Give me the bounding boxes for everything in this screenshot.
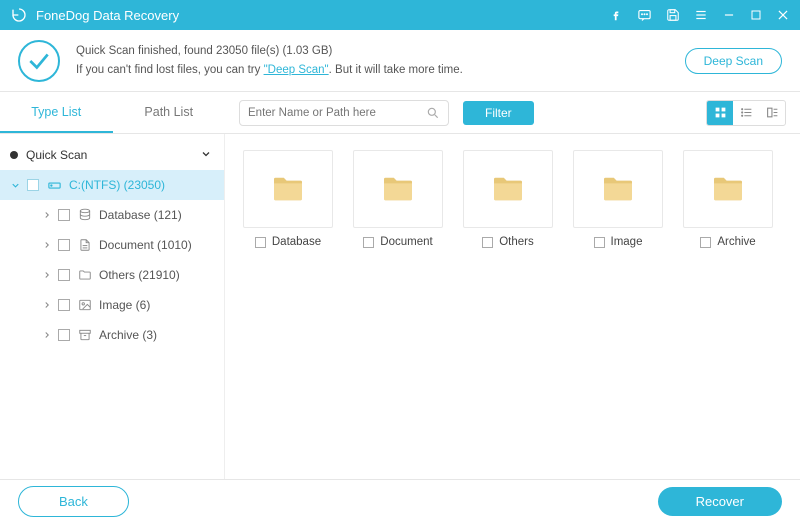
chevron-right-icon[interactable] <box>42 240 52 250</box>
folder-label-row: Database <box>243 236 333 248</box>
sidebar-item-label: Database (121) <box>99 208 182 222</box>
tab-type-list[interactable]: Type List <box>0 92 113 133</box>
checkmark-icon <box>18 40 60 82</box>
folder-item[interactable]: Others <box>463 150 553 248</box>
scan-status-message: Quick Scan finished, found 23050 file(s)… <box>76 42 685 79</box>
chevron-down-icon[interactable] <box>10 180 21 191</box>
status-line-2: If you can't find lost files, you can tr… <box>76 61 685 79</box>
folder-grid: Database Document Others Image Archive <box>225 134 800 479</box>
folder-label: Document <box>380 236 432 248</box>
toolbar: Type List Path List Filter <box>0 92 800 134</box>
folder-item[interactable]: Database <box>243 150 333 248</box>
minimize-icon[interactable] <box>722 8 736 22</box>
window-controls <box>609 8 790 23</box>
checkbox[interactable] <box>482 237 493 248</box>
menu-icon[interactable] <box>694 8 708 22</box>
facebook-icon[interactable] <box>609 8 623 22</box>
folder-icon <box>463 150 553 228</box>
folder-label-row: Others <box>463 236 553 248</box>
view-grid-button[interactable] <box>707 101 733 125</box>
folder-icon <box>243 150 333 228</box>
sidebar-item-label: Document (1010) <box>99 238 192 252</box>
view-detail-button[interactable] <box>759 101 785 125</box>
sidebar-root-label: Quick Scan <box>26 148 87 162</box>
close-icon[interactable] <box>776 8 790 22</box>
folder-label: Image <box>611 236 643 248</box>
database-icon <box>78 208 92 222</box>
sidebar-item[interactable]: Archive (3) <box>0 320 224 350</box>
app-logo-icon <box>10 6 28 24</box>
deep-scan-button[interactable]: Deep Scan <box>685 48 782 74</box>
folder-label-row: Archive <box>683 236 773 248</box>
checkbox[interactable] <box>255 237 266 248</box>
sidebar-item-label: Others (21910) <box>99 268 180 282</box>
status-line-1: Quick Scan finished, found 23050 file(s)… <box>76 42 685 60</box>
view-mode-switch <box>706 100 786 126</box>
search-icon[interactable] <box>426 106 440 120</box>
archive-icon <box>78 328 92 342</box>
folder-icon <box>573 150 663 228</box>
feedback-icon[interactable] <box>637 8 652 23</box>
sidebar-item[interactable]: Document (1010) <box>0 230 224 260</box>
checkbox[interactable] <box>363 237 374 248</box>
chevron-right-icon[interactable] <box>42 300 52 310</box>
search-input[interactable] <box>248 107 426 119</box>
recover-button[interactable]: Recover <box>658 487 782 516</box>
tab-path-list[interactable]: Path List <box>113 92 226 133</box>
checkbox[interactable] <box>58 269 70 281</box>
folder-icon <box>78 268 92 282</box>
save-icon[interactable] <box>666 8 680 22</box>
document-icon <box>78 238 92 252</box>
sidebar: Quick Scan C:(NTFS) (23050) Database (12… <box>0 134 225 479</box>
checkbox[interactable] <box>700 237 711 248</box>
checkbox[interactable] <box>594 237 605 248</box>
tab-strip: Type List Path List <box>0 92 225 133</box>
sidebar-drive-label: C:(NTFS) (23050) <box>69 178 165 192</box>
folder-label: Others <box>499 236 534 248</box>
folder-icon <box>353 150 443 228</box>
sidebar-item-label: Archive (3) <box>99 328 157 342</box>
sidebar-item-label: Image (6) <box>99 298 150 312</box>
folder-item[interactable]: Image <box>573 150 663 248</box>
sidebar-item[interactable]: Image (6) <box>0 290 224 320</box>
scan-status-banner: Quick Scan finished, found 23050 file(s)… <box>0 30 800 92</box>
footer: Back Recover <box>0 479 800 523</box>
filter-button[interactable]: Filter <box>463 101 534 125</box>
chevron-right-icon[interactable] <box>42 330 52 340</box>
checkbox[interactable] <box>58 239 70 251</box>
folder-item[interactable]: Archive <box>683 150 773 248</box>
folder-label: Database <box>272 236 321 248</box>
sidebar-root[interactable]: Quick Scan <box>0 140 224 170</box>
checkbox[interactable] <box>58 299 70 311</box>
folder-label-row: Image <box>573 236 663 248</box>
folder-item[interactable]: Document <box>353 150 443 248</box>
checkbox[interactable] <box>27 179 39 191</box>
main-body: Quick Scan C:(NTFS) (23050) Database (12… <box>0 134 800 479</box>
chevron-right-icon[interactable] <box>42 210 52 220</box>
chevron-down-icon[interactable] <box>200 148 212 163</box>
back-button[interactable]: Back <box>18 486 129 517</box>
maximize-icon[interactable] <box>750 9 762 21</box>
titlebar: FoneDog Data Recovery <box>0 0 800 30</box>
drive-icon <box>47 178 62 193</box>
checkbox[interactable] <box>58 209 70 221</box>
search-input-wrap[interactable] <box>239 100 449 126</box>
folder-icon <box>683 150 773 228</box>
checkbox[interactable] <box>58 329 70 341</box>
sidebar-drive[interactable]: C:(NTFS) (23050) <box>0 170 224 200</box>
app-title: FoneDog Data Recovery <box>36 8 609 23</box>
view-list-button[interactable] <box>733 101 759 125</box>
sidebar-item[interactable]: Database (121) <box>0 200 224 230</box>
folder-label-row: Document <box>353 236 443 248</box>
chevron-right-icon[interactable] <box>42 270 52 280</box>
bullet-icon <box>10 151 18 159</box>
sidebar-item[interactable]: Others (21910) <box>0 260 224 290</box>
deep-scan-link[interactable]: "Deep Scan" <box>264 64 329 76</box>
folder-label: Archive <box>717 236 755 248</box>
image-icon <box>78 298 92 312</box>
